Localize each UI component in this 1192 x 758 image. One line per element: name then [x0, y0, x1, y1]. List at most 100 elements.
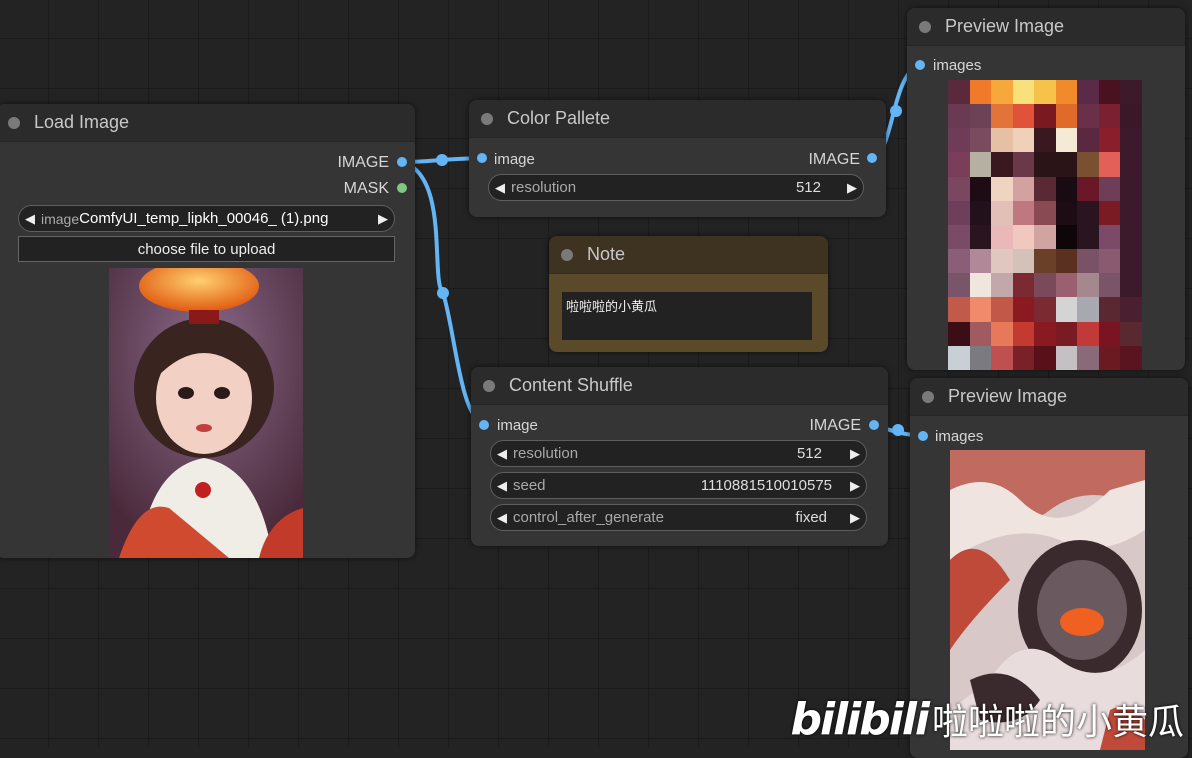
palette-cell [1034, 321, 1056, 346]
seed-widget[interactable]: ◀ seed 1110881510010575 ▶ [490, 472, 867, 499]
palette-cell [969, 152, 992, 177]
palette-cell [948, 176, 970, 201]
palette-cell [1055, 273, 1078, 298]
palette-cell [1120, 345, 1142, 370]
palette-cell [1077, 152, 1099, 177]
palette-cell [969, 249, 992, 274]
widget-value: fixed [795, 509, 827, 526]
node-title-bar[interactable]: Content Shuffle [471, 367, 888, 405]
widget-value: 512 [796, 445, 822, 462]
note-textarea[interactable]: 啦啦啦的小黄瓜 [562, 292, 812, 340]
node-title: Note [587, 244, 626, 264]
palette-cell [1012, 104, 1035, 129]
palette-cell [991, 321, 1013, 346]
collapse-dot-icon[interactable] [919, 20, 931, 33]
palette-cell [1120, 321, 1142, 346]
palette-cell [948, 104, 970, 129]
load-image-node[interactable]: Load Image IMAGE MASK ◀ image ComfyUI_te… [0, 104, 415, 558]
resolution-widget[interactable]: ◀ resolution 512 ▶ [488, 174, 864, 201]
node-title-bar[interactable]: Load Image [0, 104, 415, 142]
output-image-socket[interactable] [869, 420, 879, 430]
palette-cell [1012, 321, 1035, 346]
arrow-right-icon[interactable]: ▶ [841, 180, 863, 196]
palette-cell [1055, 345, 1078, 370]
palette-cell [1012, 224, 1035, 250]
palette-cell [1120, 80, 1142, 105]
palette-cell [1120, 176, 1142, 201]
palette-cell [991, 345, 1013, 370]
arrow-left-icon[interactable]: ◀ [491, 446, 513, 462]
palette-cell [1034, 249, 1056, 274]
loaded-image-preview [109, 268, 303, 558]
arrow-right-icon[interactable]: ▶ [844, 446, 866, 462]
input-images-socket[interactable] [915, 60, 925, 70]
output-image-label: IMAGE [337, 154, 389, 171]
palette-cell [1098, 273, 1121, 298]
input-images-socket[interactable] [918, 431, 928, 441]
arrow-right-icon[interactable]: ▶ [844, 510, 866, 526]
arrow-left-icon[interactable]: ◀ [491, 510, 513, 526]
palette-cell [1077, 345, 1099, 370]
palette-cell [1077, 249, 1099, 274]
palette-cell [969, 80, 992, 105]
palette-cell [1077, 321, 1099, 346]
palette-cell [1012, 176, 1035, 201]
arrow-left-icon[interactable]: ◀ [489, 180, 511, 196]
palette-preview-image [948, 80, 1142, 370]
palette-cell [969, 273, 992, 298]
palette-cell [1055, 80, 1078, 105]
palette-cell [1077, 104, 1099, 129]
collapse-dot-icon[interactable] [481, 112, 493, 125]
output-mask-socket[interactable] [397, 183, 407, 193]
node-title-bar[interactable]: Preview Image [907, 8, 1185, 46]
content-shuffle-node[interactable]: Content Shuffle image IMAGE ◀ resolution… [471, 367, 888, 546]
palette-cell [991, 200, 1013, 225]
node-title: Load Image [34, 112, 130, 132]
palette-cell [1120, 200, 1142, 225]
preview-image-node-1[interactable]: Preview Image images [907, 8, 1185, 370]
palette-cell [948, 321, 970, 346]
collapse-dot-icon[interactable] [8, 116, 20, 129]
node-title-bar[interactable]: Note [549, 236, 828, 274]
control-after-generate-widget[interactable]: ◀ control_after_generate fixed ▶ [490, 504, 867, 531]
palette-cell [969, 321, 992, 346]
collapse-dot-icon[interactable] [483, 379, 495, 392]
widget-label: seed [513, 477, 546, 494]
watermark-text: 啦啦啦的小黄瓜 [931, 701, 1184, 742]
node-title-bar[interactable]: Color Pallete [469, 100, 886, 138]
collapse-dot-icon[interactable] [561, 248, 573, 261]
palette-cell [1012, 345, 1035, 370]
palette-cell [1034, 345, 1056, 370]
image-file-combo[interactable]: ◀ image ComfyUI_temp_lipkh_00046_ (1).pn… [18, 205, 395, 232]
widget-value: ComfyUI_temp_lipkh_00046_ (1).png [79, 210, 329, 227]
resolution-widget[interactable]: ◀ resolution 512 ▶ [490, 440, 867, 467]
widget-label: resolution [513, 445, 579, 462]
output-image-socket[interactable] [867, 153, 877, 163]
node-title: Color Pallete [507, 108, 611, 128]
input-image-socket[interactable] [477, 153, 487, 163]
collapse-dot-icon[interactable] [922, 390, 934, 403]
palette-cell [1077, 128, 1099, 153]
node-title-bar[interactable]: Preview Image [910, 378, 1188, 416]
note-node[interactable]: Note 啦啦啦的小黄瓜 [549, 236, 828, 352]
palette-cell [969, 128, 992, 153]
color-pallete-node[interactable]: Color Pallete image IMAGE ◀ resolution 5… [469, 100, 886, 217]
widget-label: control_after_generate [513, 509, 664, 526]
palette-cell [1098, 152, 1121, 177]
palette-cell [991, 249, 1013, 274]
arrow-right-icon[interactable]: ▶ [372, 211, 394, 227]
palette-cell [969, 176, 992, 201]
palette-cell [1077, 273, 1099, 298]
arrow-right-icon[interactable]: ▶ [844, 478, 866, 494]
palette-cell [1120, 273, 1142, 298]
palette-cell [991, 297, 1013, 322]
arrow-left-icon[interactable]: ◀ [19, 211, 41, 227]
palette-cell [1055, 176, 1078, 201]
output-image-socket[interactable] [397, 157, 407, 167]
choose-file-button[interactable]: choose file to upload [18, 236, 395, 262]
palette-cell [948, 128, 970, 153]
arrow-left-icon[interactable]: ◀ [491, 478, 513, 494]
palette-cell [1034, 200, 1056, 225]
input-image-socket[interactable] [479, 420, 489, 430]
palette-cell [948, 249, 970, 274]
